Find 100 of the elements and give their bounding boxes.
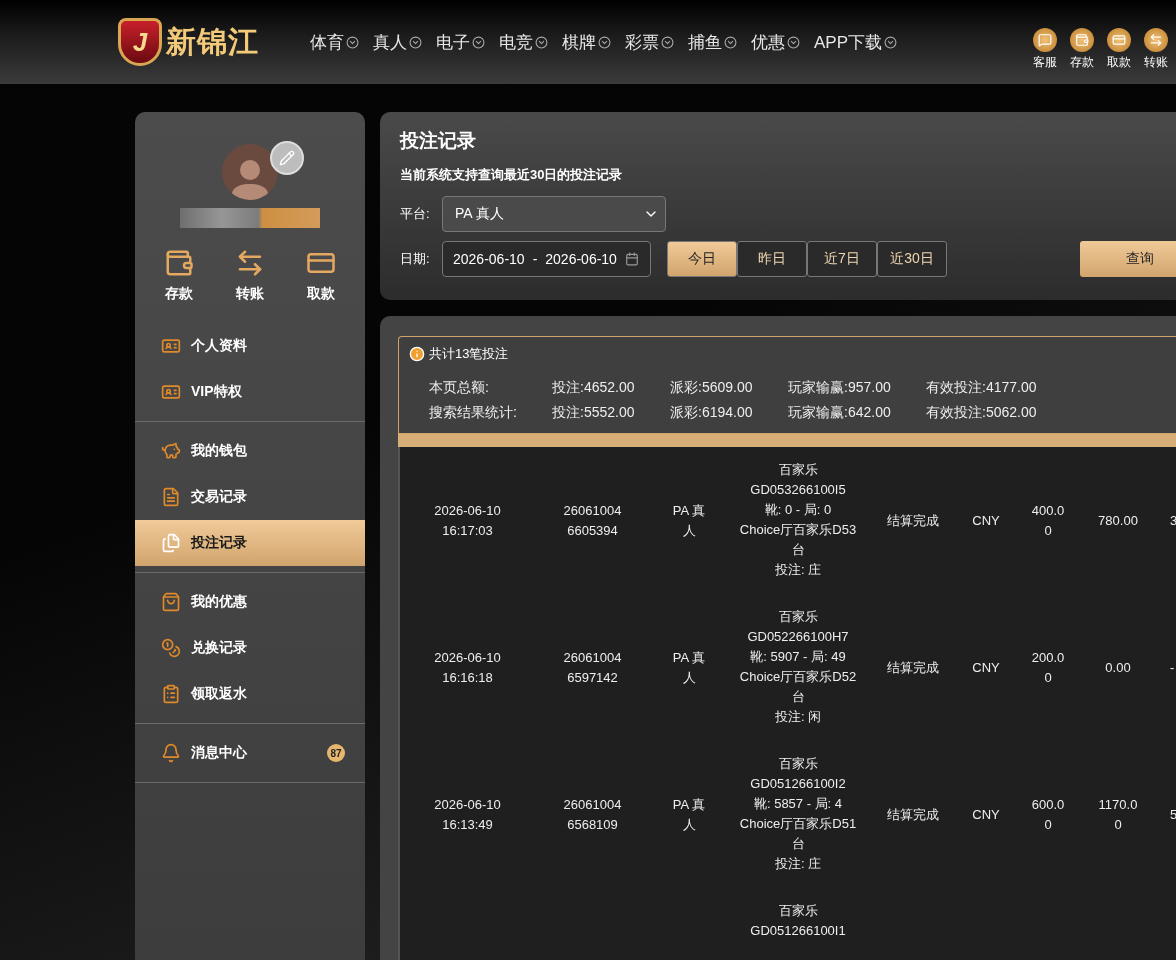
sidebar-item[interactable]: 个人资料 [135, 323, 365, 369]
nav-link[interactable]: 真人 [373, 30, 422, 54]
game-detail-line: Choice厅百家乐D52台 [738, 668, 858, 706]
range-tab[interactable]: 近30日 [877, 241, 947, 277]
query-button[interactable]: 查询 [1080, 241, 1176, 277]
sidebar-item[interactable]: VIP特权 [135, 369, 365, 415]
logo-mark: J [118, 18, 162, 66]
game-detail-line: 百家乐 [777, 608, 819, 626]
table-cell: 260610046605394 [563, 502, 622, 538]
table-cell: PA 真人 [672, 502, 706, 538]
chevron-down-icon [472, 35, 485, 49]
summary-value: 投注:5552.00 [552, 404, 635, 420]
table-cell: 结算完成 [887, 512, 939, 528]
summary-value: 有效投注:4177.00 [926, 379, 1037, 395]
header-action[interactable]: 转账 [1141, 27, 1170, 71]
summary-value: 派彩:6194.00 [670, 404, 753, 420]
game-detail-line: 靴: 0 - 局: 0 [763, 501, 833, 519]
document-icon [161, 533, 181, 553]
table-cell: 260610046568109 [563, 796, 622, 832]
table-cell: CNY [972, 659, 1000, 675]
nav-link[interactable]: 棋牌 [562, 30, 611, 54]
chevron-down-icon [724, 35, 737, 49]
summary-value: 玩家输赢:642.00 [788, 404, 891, 420]
game-detail-line: 投注: 庄 [773, 855, 823, 873]
sidebar-item[interactable]: 我的优惠 [135, 579, 365, 625]
date-range-field[interactable]: 2026-06-10 - 2026-06-10 [442, 241, 651, 277]
document-icon [161, 487, 181, 507]
summary-value: 有效投注:5062.00 [926, 404, 1037, 420]
table-cell: CNY [972, 512, 1000, 528]
game-detail-line: 百家乐 [777, 902, 819, 920]
wallet-action[interactable]: 取款 [306, 248, 337, 303]
table-cell: 1170.00 [1098, 796, 1138, 832]
sidebar-item[interactable]: 我的钱包 [135, 428, 365, 474]
table-cell: 结算完成 [887, 659, 939, 675]
field-label: 日期: [400, 250, 431, 268]
chat-icon [1037, 32, 1052, 47]
chevron-down-icon [598, 35, 611, 49]
game-detail-line: GD051266100I1 [749, 922, 847, 940]
range-tab[interactable]: 近7日 [807, 241, 877, 277]
nav-link[interactable]: 优惠 [751, 30, 800, 54]
table-cell: 600.00 [1031, 796, 1065, 832]
game-detail-line: GD051266100I2 [749, 775, 847, 793]
logo-text: 新锦江 [166, 23, 259, 60]
range-tab[interactable]: 今日 [667, 241, 737, 277]
sidebar-item[interactable]: 投注记录 [135, 520, 365, 566]
edit-icon[interactable] [270, 141, 304, 175]
table-cell: 3 [1170, 512, 1176, 528]
chevron-down-icon [409, 35, 422, 49]
sidebar-item[interactable]: 交易记录 [135, 474, 365, 520]
wallet-icon [1074, 32, 1089, 47]
header-action[interactable]: 客服 [1030, 27, 1059, 71]
id-card-icon [161, 336, 181, 356]
game-detail-line: 投注: 闲 [773, 708, 823, 726]
nav-link[interactable]: 电子 [436, 30, 485, 54]
sidebar-item[interactable]: 消息中心 87 [135, 730, 365, 776]
table-cell: 400.00 [1031, 502, 1065, 538]
summary-value: 投注:4652.00 [552, 379, 635, 395]
table-cell: - [1170, 659, 1175, 675]
table-cell: 780.00 [1098, 512, 1138, 528]
wallet-action[interactable]: 存款 [163, 248, 194, 303]
header-action[interactable]: 存款 [1067, 27, 1096, 71]
page-title: 投注记录 [400, 129, 477, 153]
table-cell-text: 2026-06-10 16:13:49 [433, 795, 502, 834]
header-action[interactable]: 取款 [1104, 27, 1133, 71]
query-note: 当前系统支持查询最近30日的投注记录 [400, 166, 624, 184]
transfer-icon [1148, 32, 1163, 47]
wallet-action[interactable]: 转账 [235, 248, 265, 303]
chevron-down-icon [535, 35, 548, 49]
platform-select[interactable]: PA 真人 [442, 196, 666, 232]
id-card-icon [161, 382, 181, 402]
nav-link[interactable]: 体育 [310, 30, 359, 54]
table-cell: CNY [972, 806, 1000, 822]
table-cell: 200.00 [1031, 649, 1065, 685]
game-detail-line: Choice厅百家乐D53台 [738, 521, 858, 559]
table-cell: PA 真人 [672, 796, 706, 832]
bell-icon [161, 743, 181, 763]
calendar-icon [624, 252, 639, 266]
chevron-down-icon [661, 35, 674, 49]
card-icon [1111, 32, 1126, 47]
summary-label: 搜索结果统计: [429, 404, 518, 422]
sidebar-item[interactable]: 兑换记录 [135, 625, 365, 671]
range-tab[interactable]: 昨日 [737, 241, 807, 277]
piggy-bank-icon [161, 441, 181, 461]
game-detail-line: 靴: 5857 - 局: 4 [752, 795, 844, 813]
chevron-down-icon [346, 35, 359, 49]
nav-link[interactable]: 电竞 [499, 30, 548, 54]
table-cell-text: 2026-06-10 16:17:03 [433, 501, 502, 540]
sidebar-item[interactable]: 领取返水 [135, 671, 365, 717]
game-detail-line: 百家乐 [777, 461, 819, 479]
bet-count: 共计13笔投注 [429, 345, 509, 363]
table-cell-text: 2026-06-10 16:16:18 [433, 648, 502, 687]
game-detail-line: GD052266100H7 [746, 628, 850, 646]
chevron-down-icon [884, 35, 898, 49]
game-detail-line: Choice厅百家乐D51台 [738, 815, 858, 853]
nav-link[interactable]: APP下载 [814, 30, 898, 54]
nav-link[interactable]: 彩票 [625, 30, 674, 54]
summary-value: 派彩:5609.00 [670, 379, 753, 395]
table-cell: 260610046597142 [563, 649, 622, 685]
summary-label: 本页总额: [429, 379, 490, 397]
nav-link[interactable]: 捕鱼 [688, 30, 737, 54]
